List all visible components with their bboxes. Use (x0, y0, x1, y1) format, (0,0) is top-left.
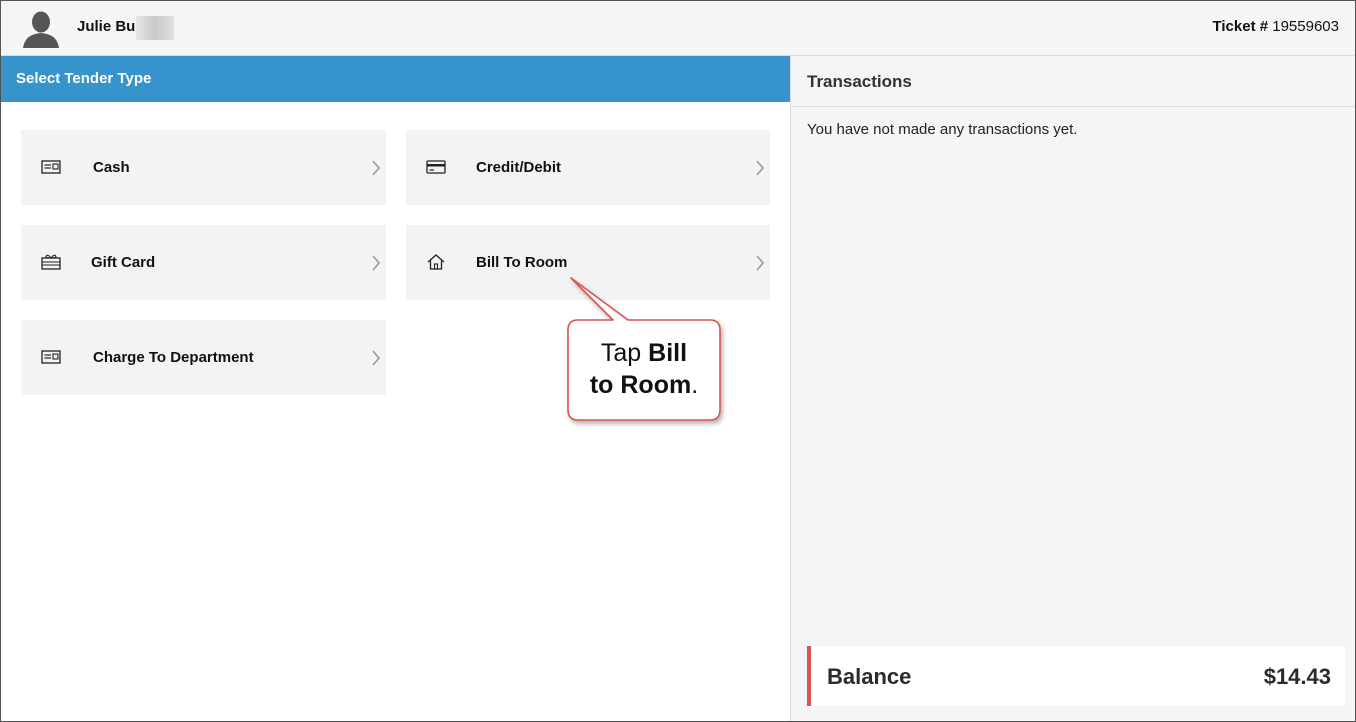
ticket-value: 19559603 (1272, 18, 1339, 35)
tender-panel-header: Select Tender Type (1, 56, 790, 102)
tender-option-label: Cash (93, 159, 130, 176)
tender-option-label: Gift Card (91, 254, 156, 271)
tender-option-charge-to-department[interactable]: Charge To Department (21, 320, 386, 395)
chevron-right-icon (372, 255, 381, 271)
transactions-title: Transactions (807, 72, 912, 91)
transactions-panel: Transactions You have not made any trans… (790, 56, 1355, 721)
callout-bold-bill: Bill (648, 339, 688, 367)
redacted-surname (136, 16, 174, 40)
tender-option-cash[interactable]: Cash (21, 130, 386, 205)
chevron-right-icon (372, 160, 381, 176)
credit-card-icon (426, 160, 446, 174)
cash-icon (41, 160, 61, 174)
balance-label: Balance (827, 664, 912, 689)
user-name: Julie Bu (77, 18, 136, 35)
callout-prefix: Tap (600, 339, 649, 367)
tender-option-label: Charge To Department (93, 349, 254, 366)
tender-option-bill-to-room[interactable]: Bill To Room (406, 225, 770, 300)
tender-panel-title: Select Tender Type (16, 70, 152, 87)
ticket-label: Ticket # (1212, 18, 1269, 35)
tender-option-gift-card[interactable]: Gift Card (21, 225, 386, 300)
home-icon (427, 254, 445, 270)
balance-summary: Balance $14.43 (807, 646, 1345, 706)
callout-suffix: . (691, 371, 699, 399)
top-header: Julie Bu Ticket # 19559603 (1, 1, 1355, 56)
gift-card-icon (41, 254, 61, 270)
transactions-divider (791, 106, 1355, 107)
ticket-number: Ticket # 19559603 (1212, 18, 1339, 35)
callout-text: Tap Bill to Room. (569, 337, 719, 401)
tender-option-label: Credit/Debit (476, 159, 562, 176)
chevron-right-icon (756, 160, 765, 176)
callout-bold-to-room: to Room (589, 371, 692, 399)
cash-icon (41, 350, 61, 364)
transactions-empty-message: You have not made any transactions yet. (807, 121, 1078, 138)
tender-option-label: Bill To Room (476, 254, 568, 271)
chevron-right-icon (372, 350, 381, 366)
chevron-right-icon (756, 255, 765, 271)
balance-amount: $14.43 (1263, 664, 1331, 689)
user-avatar-icon (23, 11, 59, 48)
tender-option-credit-debit[interactable]: Credit/Debit (406, 130, 770, 205)
